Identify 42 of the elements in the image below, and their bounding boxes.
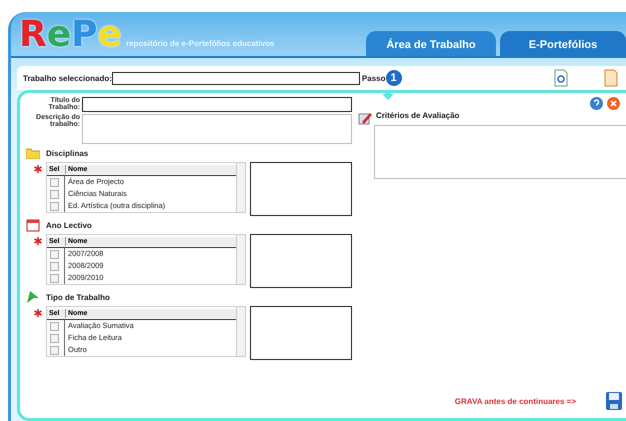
input-field[interactable] [112,72,360,84]
checkbox[interactable] [50,178,59,186]
logo-letter: e [46,17,72,53]
input-field[interactable] [82,97,352,112]
checkbox[interactable] [50,322,59,330]
checkbox[interactable] [50,274,59,282]
required-icon [34,237,42,245]
checkbox[interactable] [50,262,59,270]
logo-letter: P [71,17,98,53]
tab[interactable]: Área de Trabalho [366,31,496,56]
arrow-icon [26,290,40,304]
checkbox[interactable] [50,250,59,258]
save-hint: GRAVA antes de continuares => [454,396,576,406]
save-icon[interactable] [606,392,622,410]
text-area[interactable] [374,125,626,179]
checkbox[interactable] [50,334,59,342]
document-search-icon[interactable] [554,69,568,87]
required-icon [34,309,42,317]
section-title: Tipo de Trabalho [46,292,110,302]
section-title: Disciplinas [46,148,88,158]
document-icon[interactable] [604,69,618,87]
step-label: Passo [362,74,386,82]
folder-icon [26,147,40,159]
scrollbar[interactable] [236,235,245,284]
checkbox[interactable] [50,190,59,198]
required-icon [34,165,42,173]
section-title: Critérios de Avaliação [376,111,460,122]
checkbox[interactable] [50,346,59,354]
scrollbar[interactable] [236,307,245,356]
section-title: Ano Lectivo [46,220,92,230]
tab[interactable]: E-Portefólios [500,31,626,56]
calendar-icon [26,218,40,232]
help-icon[interactable] [590,97,603,110]
scrollbar[interactable] [236,163,245,212]
logo-letter: e [98,17,122,53]
logo-letter: R [19,17,47,53]
close-icon[interactable] [607,97,620,110]
step-number: 1 [386,70,402,86]
field-label: Trabalho seleccionado: [23,74,112,82]
pencil-icon [358,111,372,125]
checkbox[interactable] [50,202,59,210]
tagline: repositório de e-Portefólios educativos [126,39,274,48]
